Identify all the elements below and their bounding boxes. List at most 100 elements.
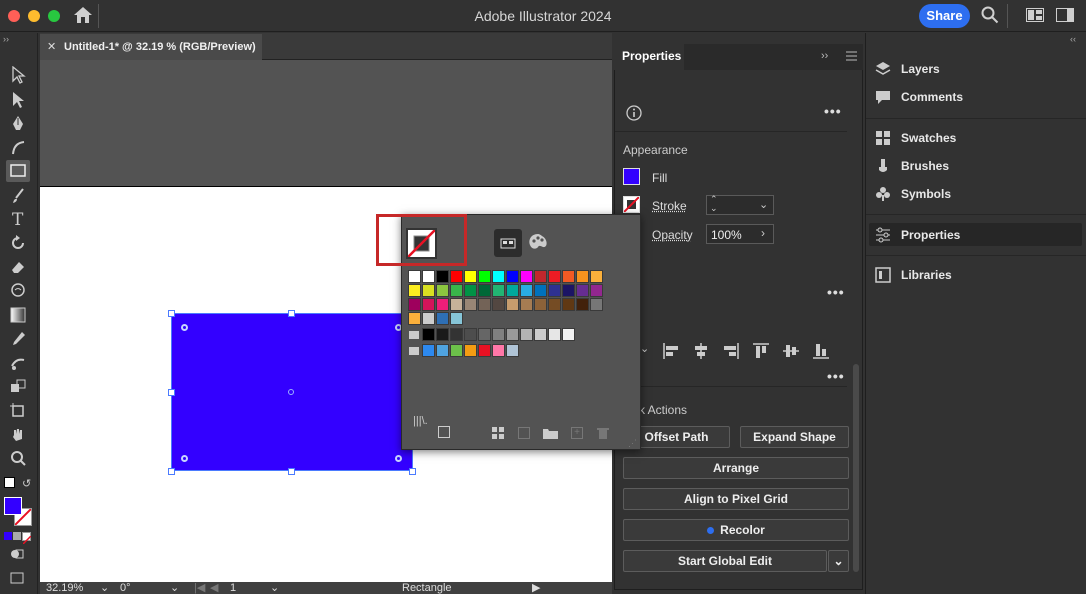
bounding-handle[interactable] bbox=[409, 468, 416, 475]
eraser-tool-icon[interactable] bbox=[6, 256, 30, 278]
color-swatch[interactable] bbox=[408, 270, 421, 283]
fill-swatch[interactable] bbox=[623, 168, 640, 185]
artboard-tool-icon[interactable] bbox=[6, 400, 30, 422]
color-swatch[interactable] bbox=[408, 312, 421, 325]
dock-collapse-icon[interactable]: ‹‹ bbox=[1070, 34, 1076, 44]
stroke-label[interactable]: Stroke bbox=[652, 199, 687, 213]
color-swatch[interactable] bbox=[436, 270, 449, 283]
color-swatch[interactable] bbox=[464, 270, 477, 283]
dock-item-libraries[interactable]: Libraries bbox=[875, 265, 952, 285]
artboard-number[interactable]: 1 bbox=[230, 583, 236, 594]
none-mode-icon[interactable] bbox=[22, 532, 32, 545]
color-swatch[interactable] bbox=[562, 284, 575, 297]
new-swatch-icon[interactable]: + bbox=[571, 427, 583, 439]
expand-shape-button[interactable]: Expand Shape bbox=[740, 426, 849, 448]
dock-item-comments[interactable]: Comments bbox=[875, 87, 963, 107]
color-swatch[interactable] bbox=[562, 328, 575, 341]
opacity-arrow-icon[interactable]: › bbox=[761, 226, 765, 240]
shape-builder-tool-icon[interactable] bbox=[6, 376, 30, 398]
color-swatch[interactable] bbox=[464, 284, 477, 297]
swatches-view-icon[interactable] bbox=[494, 229, 522, 257]
warp-tool-icon[interactable] bbox=[6, 280, 30, 302]
bounding-handle[interactable] bbox=[288, 310, 295, 317]
dock-item-properties[interactable]: Properties bbox=[875, 225, 960, 245]
corner-widget[interactable] bbox=[395, 455, 402, 462]
color-swatch[interactable] bbox=[492, 298, 505, 311]
arrange-button[interactable]: Arrange bbox=[623, 457, 849, 479]
color-swatch[interactable] bbox=[520, 284, 533, 297]
align-left-icon[interactable] bbox=[662, 342, 680, 363]
eyedropper-tool-icon[interactable] bbox=[6, 328, 30, 350]
more-options-icon[interactable]: ••• bbox=[827, 368, 845, 384]
color-swatch[interactable] bbox=[450, 270, 463, 283]
color-swatch[interactable] bbox=[576, 270, 589, 283]
align-bottom-icon[interactable] bbox=[812, 342, 830, 363]
color-swatch[interactable] bbox=[492, 270, 505, 283]
rotation-value[interactable]: 0° bbox=[120, 583, 131, 594]
rectangle-tool-icon[interactable] bbox=[6, 160, 30, 182]
collapse-panel-icon[interactable]: ›› bbox=[821, 50, 828, 62]
color-swatch[interactable] bbox=[422, 270, 435, 283]
color-swatch[interactable] bbox=[422, 312, 435, 325]
stepper-down-icon[interactable]: ⌄ bbox=[710, 203, 718, 214]
stroke-dropdown-icon[interactable]: ⌄ bbox=[759, 198, 768, 211]
arrange-icon[interactable] bbox=[1026, 8, 1044, 25]
panel-icon[interactable] bbox=[1056, 8, 1074, 25]
bounding-handle[interactable] bbox=[288, 468, 295, 475]
align-middle-icon[interactable] bbox=[782, 342, 800, 363]
more-options-icon[interactable]: ••• bbox=[827, 284, 845, 300]
color-swatch[interactable] bbox=[506, 328, 519, 341]
prev-artboard-icon[interactable]: ◀ bbox=[210, 583, 218, 594]
color-swatch[interactable] bbox=[450, 328, 463, 341]
color-swatch[interactable] bbox=[548, 298, 561, 311]
color-swatch[interactable] bbox=[436, 312, 449, 325]
dock-item-layers[interactable]: Layers bbox=[875, 59, 940, 79]
global-edit-dropdown-icon[interactable]: ⌄ bbox=[828, 550, 849, 572]
opacity-input[interactable]: 100% › bbox=[706, 224, 774, 244]
zoom-tool-icon[interactable] bbox=[6, 448, 30, 470]
color-swatch[interactable] bbox=[548, 270, 561, 283]
rotate-tool-icon[interactable] bbox=[6, 232, 30, 254]
color-swatch[interactable] bbox=[436, 344, 449, 357]
direct-selection-tool-icon[interactable] bbox=[6, 89, 30, 111]
color-swatch[interactable] bbox=[520, 298, 533, 311]
more-options-icon[interactable]: ••• bbox=[824, 103, 842, 119]
place-swatch-icon[interactable] bbox=[438, 426, 450, 438]
recolor-button[interactable]: Recolor bbox=[623, 519, 849, 541]
first-artboard-icon[interactable]: |◀ bbox=[194, 583, 205, 594]
color-swatch[interactable] bbox=[478, 270, 491, 283]
gradient-mode-icon[interactable] bbox=[13, 532, 21, 540]
color-palette-icon[interactable] bbox=[526, 231, 550, 258]
color-swatch[interactable] bbox=[450, 284, 463, 297]
status-arrow-icon[interactable]: ▶ bbox=[532, 583, 540, 594]
selection-tool-icon[interactable] bbox=[6, 64, 30, 86]
bounding-handle[interactable] bbox=[168, 389, 175, 396]
type-tool-icon[interactable]: T bbox=[6, 208, 30, 230]
color-swatch[interactable] bbox=[408, 284, 421, 297]
corner-widget[interactable] bbox=[181, 324, 188, 331]
stroke-swatch[interactable] bbox=[623, 196, 640, 213]
color-swatch[interactable] bbox=[422, 298, 435, 311]
swatch-options-icon[interactable] bbox=[518, 427, 530, 439]
color-swatch[interactable] bbox=[492, 344, 505, 357]
color-swatch[interactable] bbox=[590, 284, 603, 297]
bounding-handle[interactable] bbox=[168, 310, 175, 317]
canvas-background[interactable] bbox=[40, 60, 612, 186]
artboard-dropdown-icon[interactable]: ⌄ bbox=[270, 583, 279, 594]
delete-swatch-icon[interactable] bbox=[597, 427, 609, 442]
align-right-icon[interactable] bbox=[722, 342, 740, 363]
color-swatch[interactable] bbox=[590, 270, 603, 283]
bounding-handle[interactable] bbox=[168, 468, 175, 475]
color-swatch[interactable] bbox=[436, 328, 449, 341]
zoom-level[interactable]: 32.19% bbox=[46, 583, 83, 594]
color-swatch[interactable] bbox=[534, 270, 547, 283]
color-group-folder-icon[interactable] bbox=[409, 347, 419, 355]
color-swatch[interactable] bbox=[464, 298, 477, 311]
color-swatch[interactable] bbox=[422, 328, 435, 341]
dock-item-brushes[interactable]: Brushes bbox=[875, 156, 949, 176]
color-swatch[interactable] bbox=[422, 344, 435, 357]
color-swatch[interactable] bbox=[562, 298, 575, 311]
close-tab-icon[interactable]: ✕ bbox=[47, 34, 56, 60]
paintbrush-tool-icon[interactable] bbox=[6, 185, 30, 207]
color-swatch[interactable] bbox=[450, 344, 463, 357]
